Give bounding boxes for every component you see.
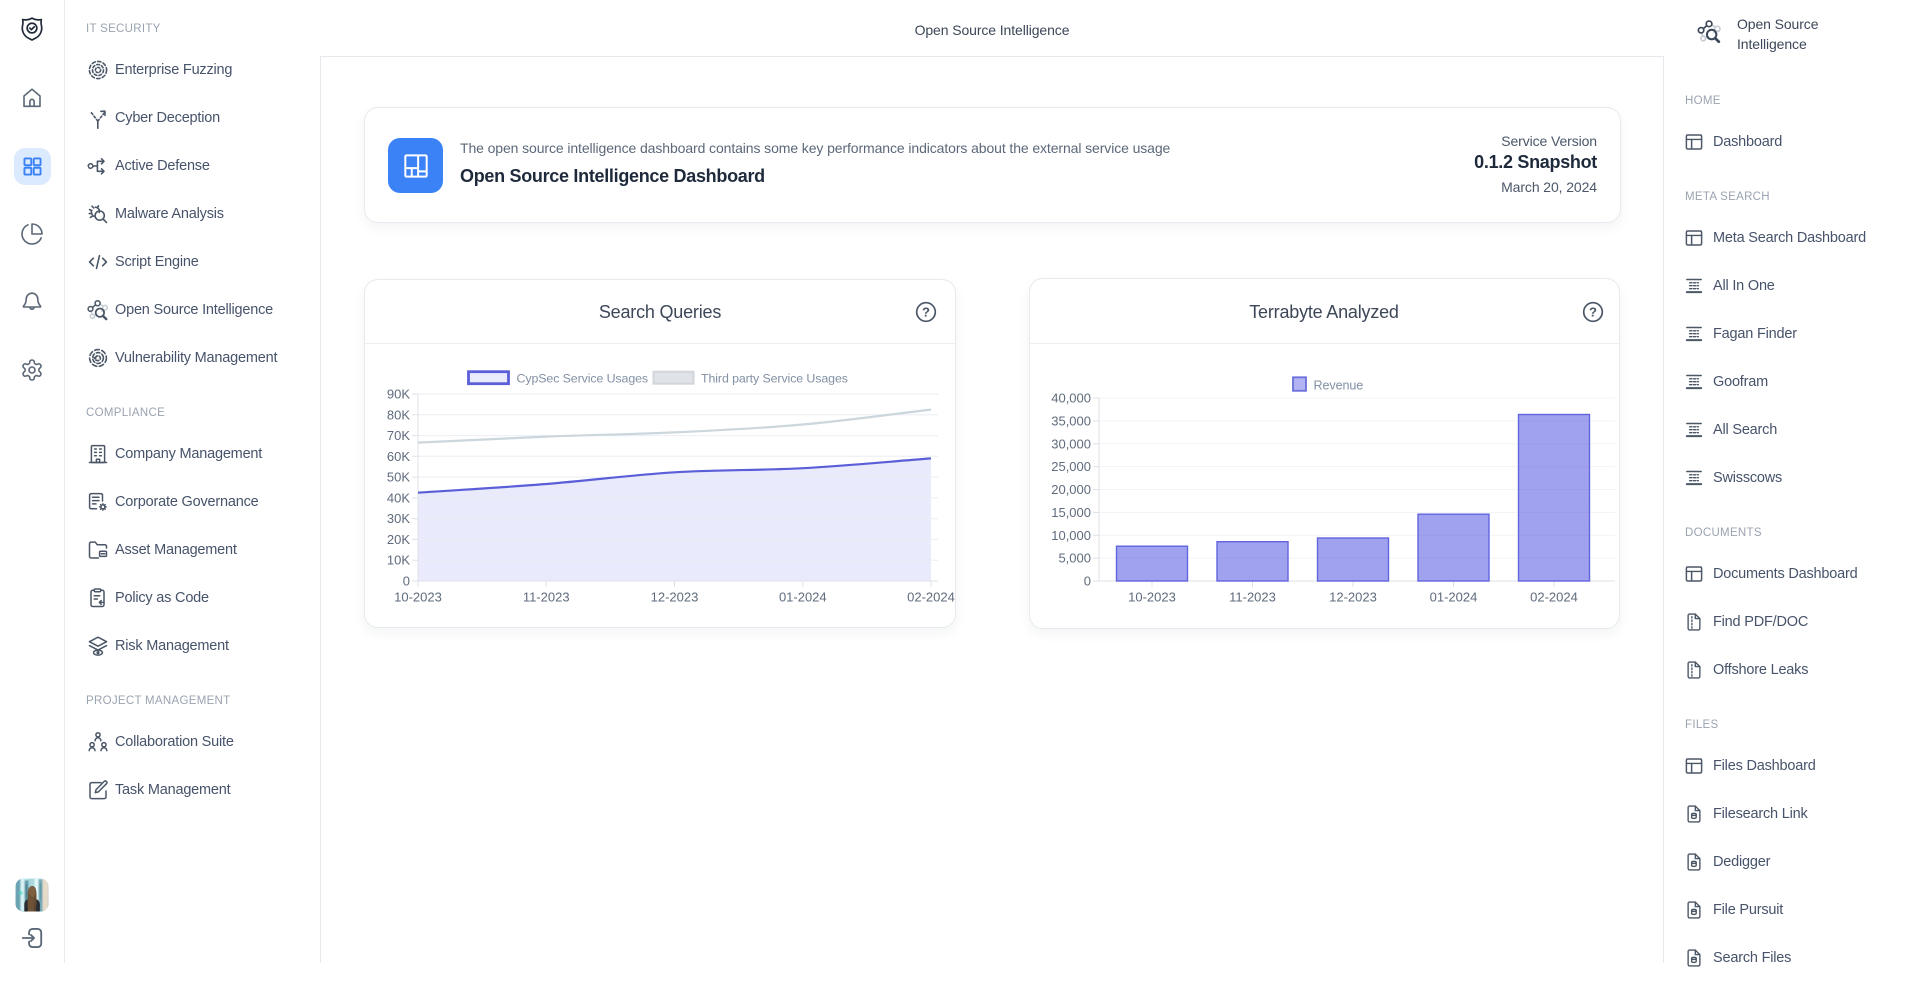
svg-text:35,000: 35,000: [1051, 413, 1091, 428]
svg-text:02-2024: 02-2024: [1530, 590, 1578, 605]
svg-text:10-2023: 10-2023: [394, 590, 442, 605]
svg-text:Search Queries: Search Queries: [599, 302, 721, 322]
svg-text:01-2024: 01-2024: [1430, 590, 1478, 605]
svg-text:25,000: 25,000: [1051, 459, 1091, 474]
svg-text:40K: 40K: [387, 490, 410, 505]
svg-text:20,000: 20,000: [1051, 482, 1091, 497]
svg-text:01-2024: 01-2024: [779, 590, 827, 605]
svg-text:?: ?: [1589, 305, 1597, 320]
svg-text:0: 0: [403, 574, 410, 589]
svg-text:80K: 80K: [387, 407, 410, 422]
svg-text:?: ?: [922, 305, 930, 320]
svg-text:10,000: 10,000: [1051, 528, 1091, 543]
svg-text:70K: 70K: [387, 428, 410, 443]
svg-text:5,000: 5,000: [1058, 551, 1091, 566]
svg-text:50K: 50K: [387, 470, 410, 485]
svg-text:Third party Service Usages: Third party Service Usages: [701, 372, 848, 386]
svg-text:Terrabyte Analyzed: Terrabyte Analyzed: [1249, 302, 1399, 322]
svg-text:CypSec Service Usages: CypSec Service Usages: [517, 372, 649, 386]
svg-text:60K: 60K: [387, 449, 410, 464]
svg-text:11-2023: 11-2023: [1229, 590, 1276, 605]
svg-text:Revenue: Revenue: [1314, 379, 1364, 393]
svg-text:0: 0: [1084, 574, 1091, 589]
svg-text:10-2023: 10-2023: [1128, 590, 1176, 605]
svg-text:02-2024: 02-2024: [907, 590, 955, 605]
svg-text:10K: 10K: [387, 553, 410, 568]
svg-text:30K: 30K: [387, 511, 410, 526]
svg-text:11-2023: 11-2023: [523, 590, 570, 605]
svg-text:40,000: 40,000: [1051, 391, 1091, 406]
svg-text:15,000: 15,000: [1051, 505, 1091, 520]
svg-text:90K: 90K: [387, 387, 410, 402]
svg-text:30,000: 30,000: [1051, 436, 1091, 451]
svg-text:12-2023: 12-2023: [651, 590, 699, 605]
svg-text:12-2023: 12-2023: [1329, 590, 1377, 605]
svg-text:20K: 20K: [387, 532, 410, 547]
